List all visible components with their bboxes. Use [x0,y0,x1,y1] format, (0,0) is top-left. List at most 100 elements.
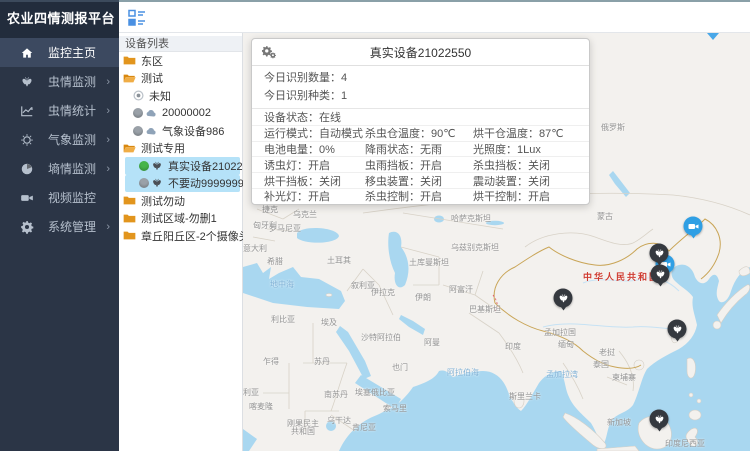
popup-detail-grid: 设备状态：在线运行模式：自动模式杀虫仓温度：90℃烘干仓温度：87℃电池电量：0… [252,109,589,204]
sidebar-item-3[interactable]: 气象监测 › [0,125,119,154]
popup-detail-row: 烘干挡板：关闭移虫装置：关闭震动装置：关闭 [252,172,589,188]
device-info-popup: 真实设备21022550 今日识别数量：4今日识别种类：1 设备状态：在线运行模… [251,38,590,205]
map-marker-camera[interactable] [684,217,703,236]
bug-icon [20,75,34,89]
sidebar-item-4[interactable]: 墒情监测 › [0,154,119,183]
status-dot-online [139,161,149,171]
home-icon [20,46,34,60]
globe-icon [20,162,34,176]
device-tree-label: 章丘阳丘区-2个摄像头 [141,228,250,244]
popup-detail-cell: 杀虫挡板：关闭 [461,157,550,173]
device-list-title: 设备列表 [119,36,242,52]
unknown-icon [133,90,144,101]
chevron-right-icon: › [106,134,110,146]
map-marker-insect[interactable] [650,410,669,429]
popup-detail-row: 电池电量：0%降雨状态：无雨光照度：1Lux [252,141,589,157]
app-window: 农业四情测报平台 监控主页虫情监测 › 虫情统计 › 气象监测 › 墒情监测 › 视频监控系统管… [0,0,750,451]
popup-detail-cell: 震动装置：关闭 [461,173,550,189]
device-tree-label: 未知 [149,88,171,104]
device-tree-row[interactable]: 测试区域-勿删1 [119,210,242,228]
cloud-icon [145,125,157,137]
chevron-right-icon: › [106,105,110,117]
device-tree-row[interactable]: 东区 [119,52,242,70]
device-tree-label: 气象设备986 [162,123,224,139]
device-tree-row[interactable]: 测试 [119,70,242,88]
sidebar-item-label: 监控主页 [48,44,96,61]
popup-detail-cell: 运行模式：自动模式 [252,125,353,141]
device-tree-toggle-icon[interactable] [128,9,146,27]
cloud-icon [145,107,157,119]
folder-icon [123,213,136,224]
map-marker-insect[interactable] [650,244,669,263]
folder-icon [123,195,136,206]
sidebar-item-label: 虫情统计 [48,102,96,119]
video-icon [20,191,34,205]
device-tree-label: 测试 [141,70,163,86]
popup-stat: 今日识别数量：4 [252,69,589,87]
popup-header: 真实设备21022550 [252,39,589,66]
popup-detail-cell: 烘干挡板：关闭 [252,173,353,189]
popup-detail-cell: 电池电量：0% [252,141,353,157]
map-marker-insect[interactable] [651,265,670,284]
chevron-right-icon: › [106,163,110,175]
popup-detail-cell: 补光灯：开启 [252,188,353,204]
sidebar-item-label: 墒情监测 [48,160,96,177]
map-marker-insect[interactable] [668,320,687,339]
popup-title: 真实设备21022550 [370,44,471,61]
popup-detail-row: 补光灯：开启杀虫控制：开启烘干控制：开启 [252,188,589,204]
sidebar-menu: 监控主页虫情监测 › 虫情统计 › 气象监测 › 墒情监测 › 视频监控系统管理› [0,38,119,241]
popup-detail-cell: 烘干控制：开启 [461,188,550,204]
device-tree: 东区测试未知 20000002 气象设备986测试专用真实设备21022550不要动… [119,52,242,245]
sidebar-item-5[interactable]: 视频监控 [0,183,119,212]
sidebar-item-0[interactable]: 监控主页 [0,38,119,67]
sidebar-item-label: 气象监测 [48,131,96,148]
folder-icon [123,230,136,241]
device-tree-label: 东区 [141,53,163,69]
bug-icon [151,160,163,172]
device-tree-row[interactable]: 测试专用 [119,140,242,158]
chart-icon [20,104,34,118]
device-settings-icon[interactable] [261,45,277,60]
device-tree-label: 测试勿动 [141,193,185,209]
sidebar-item-6[interactable]: 系统管理› [0,212,119,241]
content-header [119,0,750,33]
popup-stats: 今日识别数量：4今日识别种类：1 [252,66,589,109]
device-tree-label: 测试专用 [141,140,185,156]
status-dot-offline [133,108,143,118]
device-tree-row[interactable]: 章丘阳丘区-2个摄像头 [119,227,242,245]
status-dot-offline [139,178,149,188]
bug-icon [151,177,163,189]
sidebar-item-label: 虫情监测 [48,73,96,90]
app-title: 农业四情测报平台 [0,2,119,38]
sidebar-item-label: 视频监控 [48,189,96,206]
device-list-panel: 设备列表 东区测试未知 20000002 气象设备986测试专用真实设备210225… [119,33,243,451]
device-tree-row[interactable]: 测试勿动 [119,192,242,210]
device-tree-row[interactable]: 真实设备21022550 [125,157,240,175]
map-marker-insect[interactable] [554,289,573,308]
popup-detail-cell: 杀虫仓温度：90℃ [353,125,461,141]
chevron-right-icon: › [106,76,110,88]
device-tree-label: 20000002 [162,107,211,119]
sun-icon [20,133,34,147]
device-tree-row[interactable]: 20000002 [119,105,242,123]
device-tree-label: 测试区域-勿删1 [141,210,217,226]
sidebar-item-label: 系统管理 [48,218,96,235]
map-marker-partial[interactable] [707,33,719,46]
sidebar-item-2[interactable]: 虫情统计 › [0,96,119,125]
gear-icon [20,220,34,234]
folder-open-icon [123,143,136,154]
device-tree-row[interactable]: 气象设备986 [119,122,242,140]
status-dot-offline [133,126,143,136]
popup-detail-row: 设备状态：在线 [252,109,589,125]
device-tree-row[interactable]: 未知 [119,87,242,105]
popup-detail-cell: 光照度：1Lux [461,141,541,157]
device-tree-row[interactable]: 不要动99999999 [125,175,240,193]
popup-detail-cell: 设备状态：在线 [252,109,353,125]
popup-detail-cell: 虫雨挡板：开启 [353,157,461,173]
popup-detail-cell: 杀虫控制：开启 [353,188,461,204]
popup-stat: 今日识别种类：1 [252,87,589,105]
popup-detail-row: 运行模式：自动模式杀虫仓温度：90℃烘干仓温度：87℃ [252,125,589,141]
popup-detail-cell: 降雨状态：无雨 [353,141,461,157]
sidebar-item-1[interactable]: 虫情监测 › [0,67,119,96]
device-tree-label: 不要动99999999 [168,175,250,191]
